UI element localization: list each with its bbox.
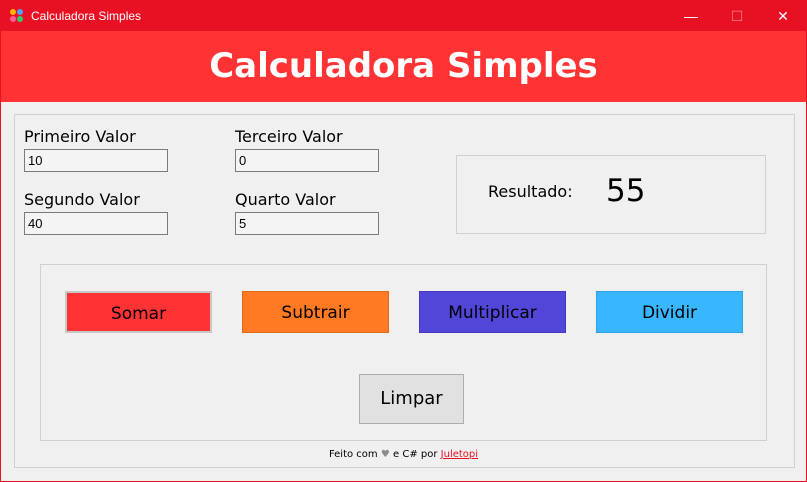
result-label: Resultado: [488,182,573,201]
fourth-value-input[interactable]: 5 [235,212,379,235]
title-bar[interactable]: Calculadora Simples — ☐ ✕ [1,1,806,31]
result-panel: Resultado: 55 [456,155,766,234]
first-value-input[interactable]: 10 [24,149,168,172]
third-value-label: Terceiro Valor [235,127,343,146]
clear-button[interactable]: Limpar [359,374,464,424]
close-icon: ✕ [777,8,789,24]
app-window: Calculadora Simples — ☐ ✕ Calculadora Si… [0,0,807,482]
calculator-app-icon [10,9,24,23]
minimize-button[interactable]: — [668,1,714,31]
heart-icon: ♥ [380,449,390,460]
subtract-button[interactable]: Subtrair [242,291,389,333]
footer-middle: e C# por [393,449,438,460]
divide-button[interactable]: Dividir [596,291,743,333]
third-value-input[interactable]: 0 [235,149,379,172]
maximize-button[interactable]: ☐ [714,1,760,31]
maximize-icon: ☐ [730,8,744,24]
header-banner: Calculadora Simples [1,31,806,102]
minimize-icon: — [684,8,698,24]
window-title: Calculadora Simples [31,9,142,23]
multiply-button[interactable]: Multiplicar [419,291,566,333]
first-value-label: Primeiro Valor [24,127,136,146]
footer-prefix: Feito com [328,449,378,460]
second-value-input[interactable]: 40 [24,212,168,235]
add-button[interactable]: Somar [65,291,212,333]
second-value-label: Segundo Valor [24,190,140,209]
footer: Feito com ♥ e C# por Juletopi [1,449,806,460]
author-link[interactable]: Juletopi [441,449,478,460]
fourth-value-label: Quarto Valor [235,190,336,209]
close-button[interactable]: ✕ [760,1,806,31]
page-title: Calculadora Simples [209,46,598,86]
result-value: 55 [606,173,646,209]
